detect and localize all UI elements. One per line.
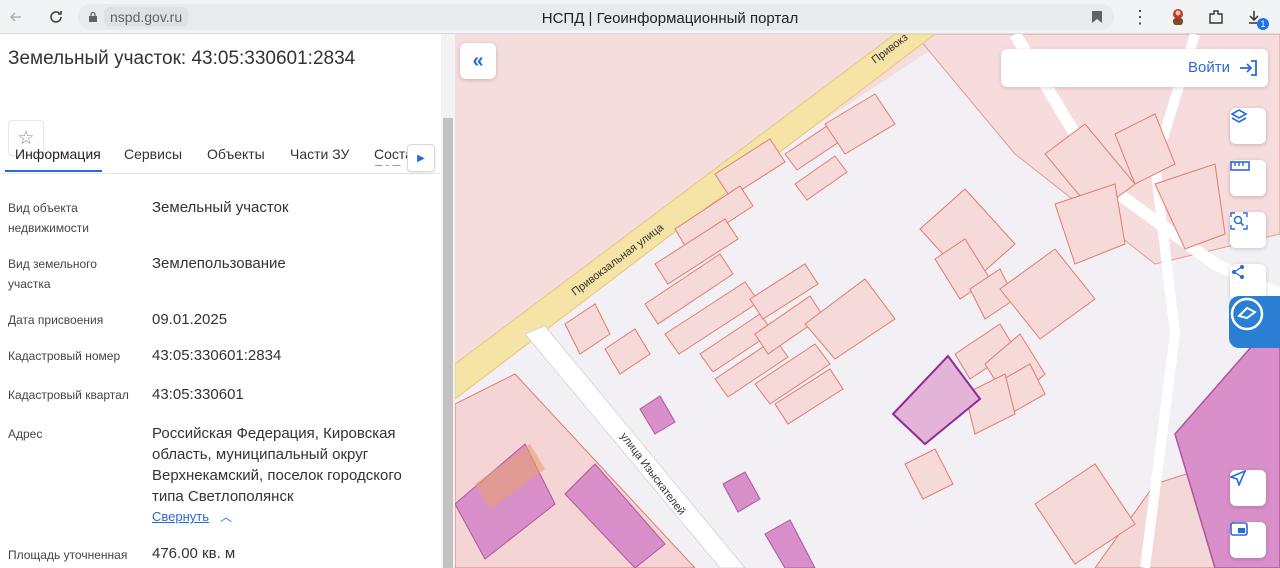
login-icon[interactable] xyxy=(1238,58,1258,78)
info-panel: Земельный участок: 43:05:330601:2834 ☆ И… xyxy=(0,34,455,568)
value-area: 476.00 кв. м xyxy=(152,545,236,562)
tab-objects[interactable]: Объекты xyxy=(207,146,265,162)
url-text[interactable]: nspd.gov.ru xyxy=(104,7,189,27)
bookmark-icon[interactable] xyxy=(1088,8,1106,26)
extensions-icon[interactable] xyxy=(1204,5,1228,29)
label-cadastral-number: Кадастровый номер xyxy=(8,349,121,363)
value-cadastral-quarter[interactable]: 43:05:330601 xyxy=(152,384,432,405)
collapse-link[interactable]: Свернуть xyxy=(152,509,209,524)
value-land-type: Землепользование xyxy=(152,255,286,272)
active-tab-indicator xyxy=(5,170,102,172)
tab-information[interactable]: Информация xyxy=(15,146,101,162)
value-object-type: Земельный участок xyxy=(152,199,289,216)
ruler-button[interactable] xyxy=(1230,160,1266,196)
collapse-panel-button[interactable]: « xyxy=(460,43,496,79)
label-assign-date: Дата присвоения xyxy=(8,313,104,327)
map-canvas[interactable]: Привокзальная улица Привокз улица Изыска… xyxy=(455,34,1280,568)
tab-parts[interactable]: Части ЗУ xyxy=(290,146,349,162)
more-menu-icon[interactable]: ⋮ xyxy=(1128,5,1152,29)
label-area: Площадь уточненная xyxy=(8,548,128,562)
area-search-button[interactable] xyxy=(1230,212,1266,248)
chevron-up-icon[interactable]: ︿ xyxy=(220,508,232,525)
tab-bar: Информация Сервисы Объекты Части ЗУ Сост… xyxy=(0,138,440,174)
downloads-badge: 1 xyxy=(1257,18,1269,30)
assistant-button[interactable] xyxy=(1229,296,1280,348)
value-address: Российская Федерация, Кировская область,… xyxy=(152,425,402,505)
label-cadastral-quarter: Кадастровый квартал xyxy=(8,388,129,402)
tabs-scroll-right-button[interactable]: ▶ xyxy=(407,144,435,172)
address-bar[interactable]: nspd.gov.ru НСПД | Геоинформационный пор… xyxy=(78,4,1114,30)
login-label[interactable]: Войти xyxy=(1188,59,1230,76)
login-bar[interactable]: Войти xyxy=(1001,49,1268,87)
layers-button[interactable] xyxy=(1230,108,1266,144)
share-button[interactable] xyxy=(1230,264,1266,300)
back-arrow-icon[interactable] xyxy=(0,1,32,33)
triangle-right-icon: ▶ xyxy=(417,152,425,164)
map-view[interactable]: Привокзальная улица Привокз улица Изыска… xyxy=(455,34,1280,568)
locate-button[interactable] xyxy=(1230,470,1266,506)
downloads-icon[interactable]: 1 xyxy=(1242,5,1269,30)
double-chevron-left-icon: « xyxy=(472,49,484,72)
tab-services[interactable]: Сервисы xyxy=(124,146,182,162)
reload-icon[interactable] xyxy=(40,1,72,33)
browser-toolbar: nspd.gov.ru НСПД | Геоинформационный пор… xyxy=(0,0,1280,34)
panel-scrollbar-thumb[interactable] xyxy=(443,118,453,568)
lock-icon xyxy=(86,10,100,24)
panel-title: Земельный участок: 43:05:330601:2834 xyxy=(8,48,356,69)
label-object-type: Вид объекта недвижимости xyxy=(8,201,89,235)
value-cadastral-number[interactable]: 43:05:330601:2834 xyxy=(152,345,432,366)
label-land-type: Вид земельного участка xyxy=(8,257,97,291)
page-title: НСПД | Геоинформационный портал xyxy=(541,10,799,27)
profile-avatar-icon[interactable] xyxy=(1166,5,1190,29)
minimap-button[interactable] xyxy=(1230,522,1266,558)
label-address: Адрес xyxy=(8,427,43,441)
value-assign-date: 09.01.2025 xyxy=(152,311,228,328)
